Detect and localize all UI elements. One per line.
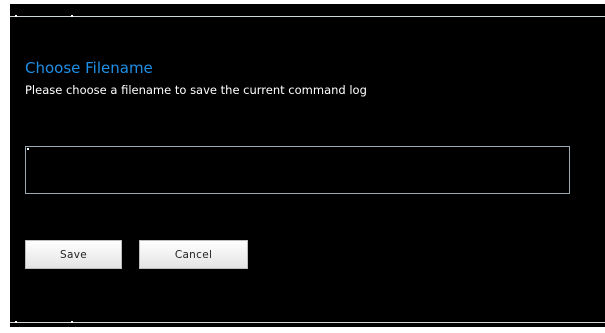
- save-button[interactable]: Save: [25, 240, 122, 269]
- bottom-border-line: [10, 322, 605, 323]
- filename-input[interactable]: [25, 146, 570, 194]
- choose-filename-dialog: Choose Filename Please choose a filename…: [10, 4, 605, 327]
- top-left-marker: [15, 15, 17, 17]
- bottom-left-marker: [15, 321, 17, 323]
- top-mid-marker: [71, 15, 73, 17]
- top-border-line: [10, 16, 605, 17]
- input-caret: [27, 148, 29, 150]
- dialog-title: Choose Filename: [25, 59, 153, 77]
- cancel-button[interactable]: Cancel: [139, 240, 248, 269]
- bottom-mid-marker: [71, 321, 73, 323]
- dialog-subtitle: Please choose a filename to save the cur…: [25, 83, 367, 97]
